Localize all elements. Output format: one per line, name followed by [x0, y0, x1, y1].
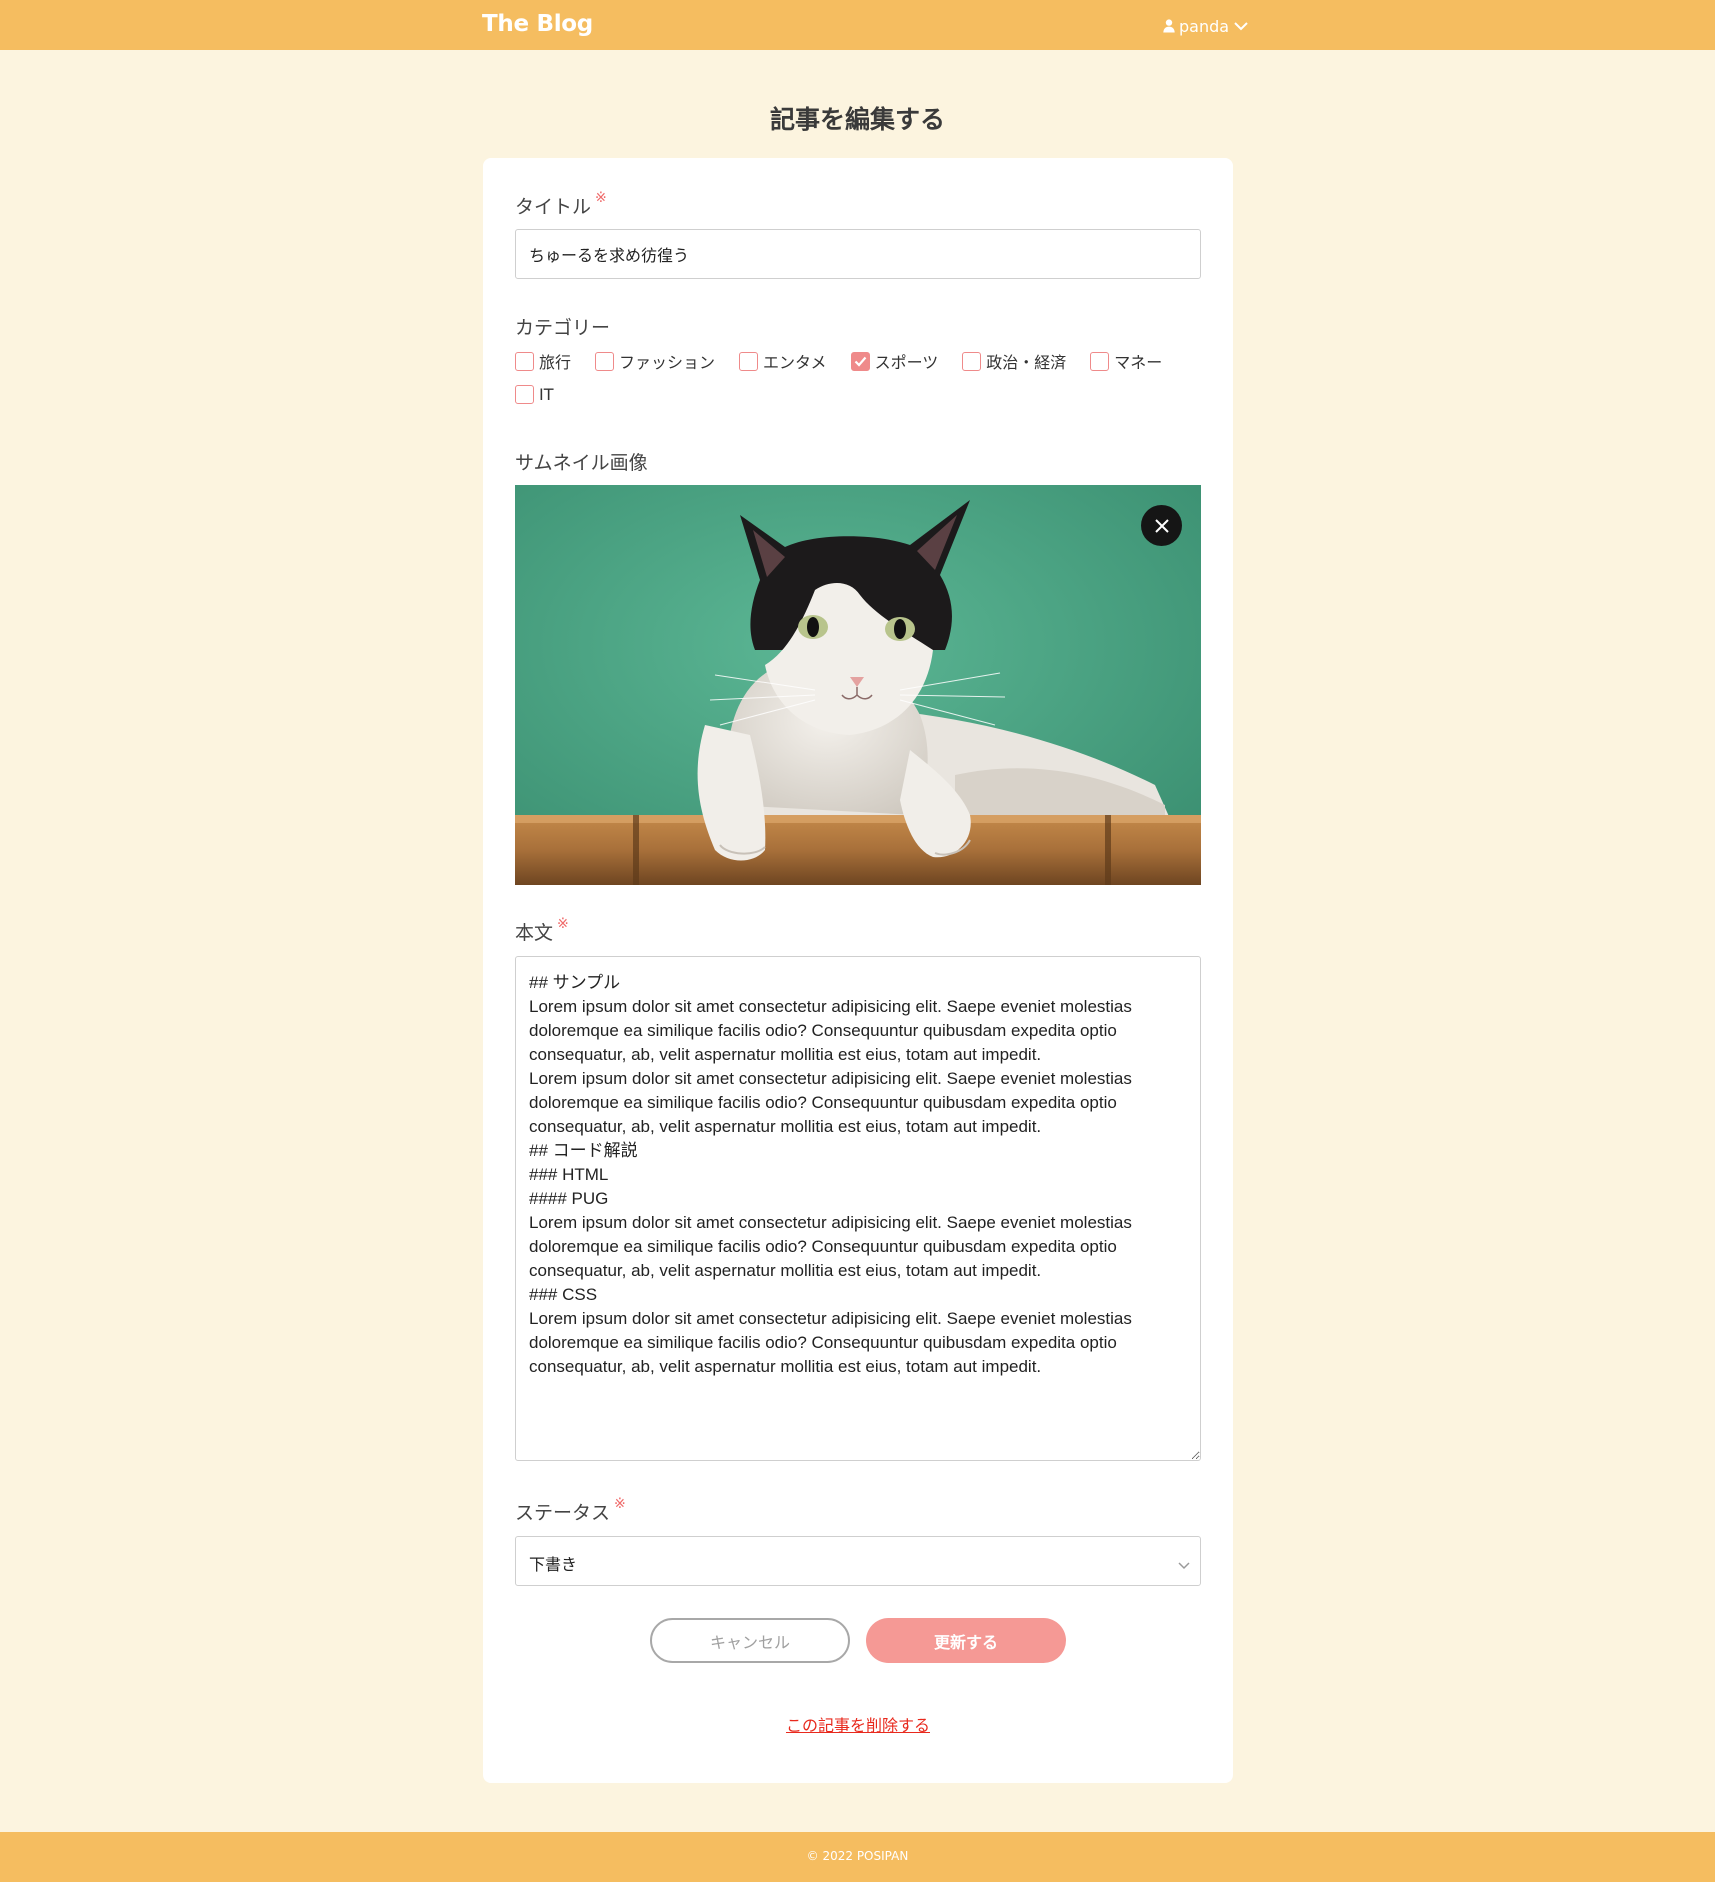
category-label: カテゴリー — [515, 317, 611, 339]
category-option[interactable]: 政治・経済 — [962, 350, 1066, 372]
required-mark: ※ — [557, 916, 569, 932]
user-menu[interactable]: panda — [1163, 14, 1249, 38]
cancel-button[interactable]: キャンセル — [650, 1618, 850, 1663]
title-label-text: タイトル — [515, 196, 592, 218]
close-icon — [1154, 518, 1169, 533]
category-list: 旅行 ファッション エンタメ スポーツ 政治・経済 マネー IT — [515, 350, 1205, 405]
thumbnail-label: サムネイル画像 — [515, 452, 648, 474]
body-textarea[interactable]: ## サンプル Lorem ipsum dolor sit amet conse… — [515, 956, 1201, 1461]
required-mark: ※ — [595, 190, 607, 206]
category-checkbox[interactable] — [850, 351, 870, 371]
status-selected-value: 下書き — [529, 1555, 578, 1574]
category-checkbox[interactable] — [962, 351, 982, 371]
check-icon — [854, 356, 866, 367]
category-option-label: ファッション — [619, 353, 716, 372]
category-checkbox[interactable] — [739, 351, 759, 371]
status-label-text: ステータス — [515, 1502, 611, 1524]
delete-article-link[interactable]: この記事を削除する — [483, 1712, 1233, 1736]
status-label: ステータス ※ — [515, 1496, 626, 1525]
category-checkbox[interactable] — [515, 351, 534, 371]
category-option-label: 政治・経済 — [986, 353, 1067, 372]
status-select[interactable]: 下書き — [515, 1536, 1201, 1586]
body-label: 本文 ※ — [515, 916, 569, 945]
user-icon — [1163, 19, 1175, 33]
category-option-label: IT — [539, 384, 554, 404]
user-name: panda — [1179, 16, 1230, 36]
body-label-text: 本文 — [515, 922, 554, 944]
site-header: The Blog panda — [0, 0, 1715, 50]
page-title: 記事を編集する — [769, 105, 945, 134]
category-option[interactable]: ファッション — [595, 350, 715, 372]
category-option-label: 旅行 — [539, 353, 572, 372]
category-checkbox[interactable] — [1090, 351, 1110, 371]
category-option[interactable]: 旅行 — [515, 350, 571, 372]
chevron-down-icon — [1233, 20, 1249, 32]
category-option[interactable]: マネー — [1090, 350, 1162, 372]
title-label: タイトル ※ — [515, 190, 607, 219]
category-checkbox[interactable] — [515, 384, 534, 404]
required-mark: ※ — [614, 1496, 626, 1512]
brand-logo[interactable]: The Blog — [482, 11, 593, 37]
site-footer: © 2022 POSIPAN — [0, 1832, 1715, 1882]
category-option[interactable]: IT — [515, 383, 554, 405]
category-option[interactable]: エンタメ — [739, 350, 827, 372]
update-button[interactable]: 更新する — [866, 1618, 1066, 1663]
chevron-down-icon — [1178, 1555, 1190, 1574]
title-input[interactable] — [515, 229, 1201, 279]
category-option-label: スポーツ — [874, 353, 939, 372]
edit-form-card: タイトル※ カテゴリー 旅行ファッションエンタメスポーツ政治・経済マネーIT サ… — [483, 158, 1233, 1783]
remove-thumbnail-button[interactable] — [1141, 505, 1182, 546]
category-option[interactable]: スポーツ — [850, 350, 939, 372]
cat-photo — [515, 485, 1201, 885]
copyright-text: © 2022 POSIPAN — [806, 1849, 909, 1863]
category-option-label: マネー — [1114, 353, 1163, 372]
thumbnail-image — [515, 485, 1201, 885]
category-option-label: エンタメ — [763, 353, 827, 372]
category-checkbox[interactable] — [595, 351, 615, 371]
